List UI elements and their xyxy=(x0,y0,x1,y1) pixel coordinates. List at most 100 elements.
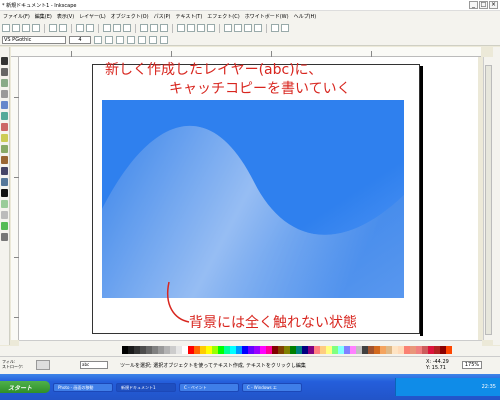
menu-whiteboard[interactable]: ホワイトボード(W) xyxy=(245,13,289,20)
toolbox xyxy=(0,47,10,345)
zoom-tool-icon[interactable] xyxy=(1,90,8,98)
style-swatch[interactable] xyxy=(36,360,50,370)
clone-icon[interactable] xyxy=(187,24,195,32)
selector-tool-icon[interactable] xyxy=(1,57,8,65)
separator xyxy=(71,23,72,33)
separator xyxy=(266,23,267,33)
fill-stroke-indicator: フィル: ストローク: xyxy=(2,359,23,369)
export-icon[interactable] xyxy=(59,24,67,32)
start-button[interactable]: スタート xyxy=(0,381,50,393)
align-center-icon[interactable] xyxy=(127,35,135,44)
maximize-button[interactable]: □ xyxy=(479,1,488,9)
preferences-icon[interactable] xyxy=(271,24,279,32)
system-tray: 22:35 xyxy=(395,378,500,396)
fill-stroke-icon[interactable] xyxy=(224,24,232,32)
align-icon[interactable] xyxy=(254,24,262,32)
menu-help[interactable]: ヘルプ(H) xyxy=(294,13,317,20)
ungroup-icon[interactable] xyxy=(207,24,215,32)
coord-y: Y: 15.71 xyxy=(426,365,446,371)
undo-icon[interactable] xyxy=(76,24,84,32)
drawing-canvas[interactable]: 新しく作成したレイヤー(abc)に、 キャッチコピーを書いていく 背景には全く触… xyxy=(19,57,478,340)
tweak-tool-icon[interactable] xyxy=(1,79,8,87)
horizontal-text-icon[interactable] xyxy=(149,35,157,44)
zoom-field[interactable]: 175% xyxy=(462,361,482,369)
xml-editor-icon[interactable] xyxy=(244,24,252,32)
zoom-page-icon[interactable] xyxy=(160,24,168,32)
zoom-drawing-icon[interactable] xyxy=(150,24,158,32)
annotation-top-line2: キャッチコピーを書いていく xyxy=(169,81,351,97)
current-layer-select[interactable]: abc xyxy=(80,361,108,369)
close-button[interactable]: × xyxy=(489,1,498,9)
calligraphy-tool-icon[interactable] xyxy=(1,178,8,186)
text-tool-icon[interactable] xyxy=(1,189,8,197)
align-left-icon[interactable] xyxy=(116,35,124,44)
separator xyxy=(44,23,45,33)
status-bar: フィル: ストローク: abc ツールを選択; 選択オブジェクトを使ってテキスト… xyxy=(0,356,500,374)
annotation-top-line1: 新しく作成したレイヤー(abc)に、 xyxy=(105,62,323,78)
gradient-tool-icon[interactable] xyxy=(1,222,8,230)
font-size-select[interactable]: 4 xyxy=(69,35,91,44)
print-icon[interactable] xyxy=(32,24,40,32)
minimize-button[interactable]: _ xyxy=(469,1,478,9)
spray-tool-icon[interactable] xyxy=(1,200,8,208)
rectangle-tool-icon[interactable] xyxy=(1,101,8,109)
menu-file[interactable]: ファイル(F) xyxy=(3,13,30,20)
document-properties-icon[interactable] xyxy=(281,24,289,32)
taskbar-item[interactable]: C - ペイント xyxy=(179,382,239,392)
scroll-thumb[interactable] xyxy=(485,65,492,335)
spiral-tool-icon[interactable] xyxy=(1,145,8,153)
pencil-tool-icon[interactable] xyxy=(1,156,8,164)
cut-icon[interactable] xyxy=(113,24,121,32)
cursor-coordinates: X: -44.29 Y: 15.71 xyxy=(426,359,449,371)
menu-object[interactable]: オブジェクト(O) xyxy=(111,13,149,20)
bold-icon[interactable] xyxy=(94,35,102,44)
taskbar-item-active[interactable]: 新規ドキュメント1 xyxy=(116,382,176,392)
commands-side-bar xyxy=(493,47,500,345)
menu-text[interactable]: テキスト(T) xyxy=(175,13,202,20)
paste-icon[interactable] xyxy=(123,24,131,32)
menu-view[interactable]: 表示(V) xyxy=(57,13,74,20)
duplicate-icon[interactable] xyxy=(177,24,185,32)
zoom-selection-icon[interactable] xyxy=(140,24,148,32)
menu-edit[interactable]: 編集(E) xyxy=(35,13,52,20)
group-icon[interactable] xyxy=(197,24,205,32)
text-font-icon[interactable] xyxy=(234,24,242,32)
tool-controls-bar: VS PGothic 4 xyxy=(0,34,500,46)
3d-box-tool-icon[interactable] xyxy=(1,112,8,120)
dropper-tool-icon[interactable] xyxy=(1,233,8,241)
node-tool-icon[interactable] xyxy=(1,68,8,76)
color-palette xyxy=(0,346,500,356)
window-title: * 新規ドキュメント1 - Inkscape xyxy=(2,2,77,9)
font-family-select[interactable]: VS PGothic xyxy=(2,35,66,44)
separator xyxy=(219,23,220,33)
open-icon[interactable] xyxy=(12,24,20,32)
separator xyxy=(135,23,136,33)
italic-icon[interactable] xyxy=(105,35,113,44)
ellipse-tool-icon[interactable] xyxy=(1,123,8,131)
star-tool-icon[interactable] xyxy=(1,134,8,142)
vertical-scrollbar[interactable] xyxy=(483,57,493,340)
stroke-label: ストローク: xyxy=(2,364,24,369)
color-swatch[interactable] xyxy=(446,346,452,354)
copy-icon[interactable] xyxy=(103,24,111,32)
eraser-tool-icon[interactable] xyxy=(1,211,8,219)
save-icon[interactable] xyxy=(22,24,30,32)
commands-toolbar xyxy=(0,22,500,34)
menu-bar: ファイル(F) 編集(E) 表示(V) レイヤー(L) オブジェクト(O) パス… xyxy=(0,11,500,22)
window-controls: _ □ × xyxy=(469,1,498,9)
menu-path[interactable]: パス(P) xyxy=(154,13,171,20)
clock: 22:35 xyxy=(481,384,496,390)
status-message: ツールを選択; 選択オブジェクトを使ってテキスト作成, テキストをクリックし編集 xyxy=(120,363,306,369)
vertical-text-icon[interactable] xyxy=(160,35,168,44)
import-icon[interactable] xyxy=(49,24,57,32)
separator xyxy=(172,23,173,33)
pen-tool-icon[interactable] xyxy=(1,167,8,175)
taskbar-item[interactable]: Photo - 画面の移動 xyxy=(53,382,113,392)
new-document-icon[interactable] xyxy=(2,24,10,32)
redo-icon[interactable] xyxy=(86,24,94,32)
menu-effects[interactable]: エフェクト(C) xyxy=(207,13,239,20)
menu-layer[interactable]: レイヤー(L) xyxy=(79,13,106,20)
align-right-icon[interactable] xyxy=(138,35,146,44)
taskbar-item[interactable]: C - Windows エ xyxy=(242,382,302,392)
artwork xyxy=(102,100,404,323)
